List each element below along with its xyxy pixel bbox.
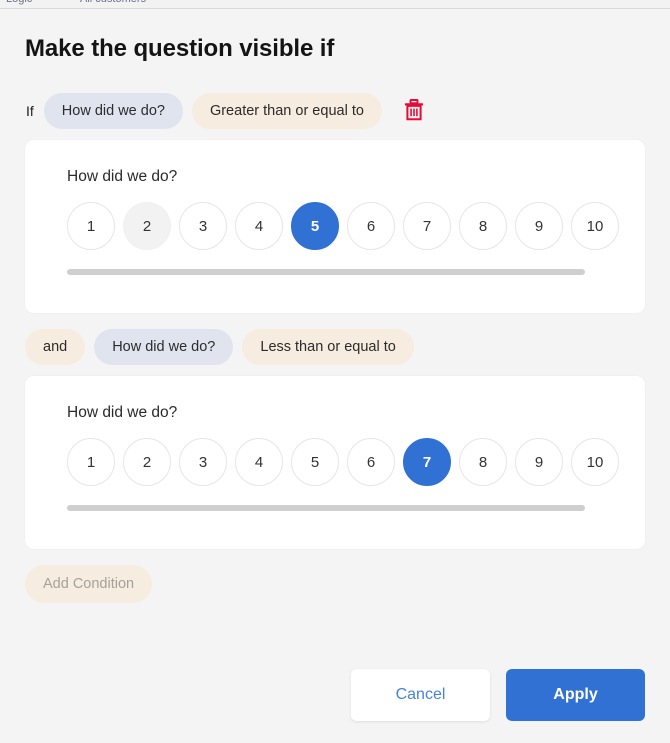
- condition-row-1: If How did we do? Greater than or equal …: [25, 93, 645, 129]
- condition-2-question-select[interactable]: How did we do?: [94, 329, 234, 365]
- condition-row-2: and How did we do? Less than or equal to: [25, 329, 645, 365]
- condition-1-operator-select[interactable]: Greater than or equal to: [191, 93, 382, 129]
- scale-option-10[interactable]: 10: [571, 438, 619, 486]
- scale-option-8[interactable]: 8: [459, 438, 507, 486]
- scale-option-7[interactable]: 7: [403, 438, 451, 486]
- scale-option-6[interactable]: 6: [347, 438, 395, 486]
- page-title: Make the question visible if: [25, 35, 335, 62]
- add-condition-button[interactable]: Add Condition: [25, 565, 153, 603]
- scale-option-3[interactable]: 3: [179, 202, 227, 250]
- cancel-button[interactable]: Cancel: [351, 669, 490, 721]
- condition-1-preview-card: How did we do? 1 2 3 4 5 6 7 8 9 10: [25, 140, 645, 313]
- condition-1-scrollbar-thumb[interactable]: [67, 269, 585, 275]
- scale-option-4[interactable]: 4: [235, 202, 283, 250]
- condition-1-scrollbar[interactable]: [67, 269, 622, 275]
- top-chrome-strip: Logic All customers: [0, 0, 670, 9]
- condition-1-delete-button[interactable]: [399, 96, 429, 126]
- condition-1-question-select[interactable]: How did we do?: [43, 93, 183, 129]
- top-chrome-fragment-right: All customers: [80, 0, 146, 5]
- scale-option-9[interactable]: 9: [515, 438, 563, 486]
- condition-2-preview-question: How did we do?: [67, 404, 178, 421]
- scale-option-10[interactable]: 10: [571, 202, 619, 250]
- scale-option-1[interactable]: 1: [67, 202, 115, 250]
- top-chrome-fragment-left: Logic: [6, 0, 32, 5]
- apply-button[interactable]: Apply: [506, 669, 645, 721]
- trash-icon: [404, 98, 424, 124]
- scale-option-2[interactable]: 2: [123, 202, 171, 250]
- condition-1-preview-question: How did we do?: [67, 168, 178, 185]
- condition-2-conjunction-select[interactable]: and: [25, 329, 86, 365]
- condition-1-scale-options: 1 2 3 4 5 6 7 8 9 10: [25, 202, 645, 250]
- scale-option-7[interactable]: 7: [403, 202, 451, 250]
- scale-option-5[interactable]: 5: [291, 202, 339, 250]
- scale-option-2[interactable]: 2: [123, 438, 171, 486]
- scale-option-1[interactable]: 1: [67, 438, 115, 486]
- scale-option-3[interactable]: 3: [179, 438, 227, 486]
- condition-2-scale-options: 1 2 3 4 5 6 7 8 9 10: [25, 438, 645, 486]
- scale-option-4[interactable]: 4: [235, 438, 283, 486]
- if-label: If: [26, 103, 34, 119]
- scale-option-8[interactable]: 8: [459, 202, 507, 250]
- dialog-footer: Cancel Apply: [351, 669, 645, 721]
- visibility-logic-dialog: Make the question visible if If How did …: [0, 9, 670, 743]
- condition-2-scrollbar[interactable]: [67, 505, 622, 511]
- scale-option-5[interactable]: 5: [291, 438, 339, 486]
- scale-option-6[interactable]: 6: [347, 202, 395, 250]
- condition-2-scrollbar-thumb[interactable]: [67, 505, 585, 511]
- scale-option-9[interactable]: 9: [515, 202, 563, 250]
- condition-2-operator-select[interactable]: Less than or equal to: [242, 329, 414, 365]
- condition-2-preview-card: How did we do? 1 2 3 4 5 6 7 8 9 10: [25, 376, 645, 549]
